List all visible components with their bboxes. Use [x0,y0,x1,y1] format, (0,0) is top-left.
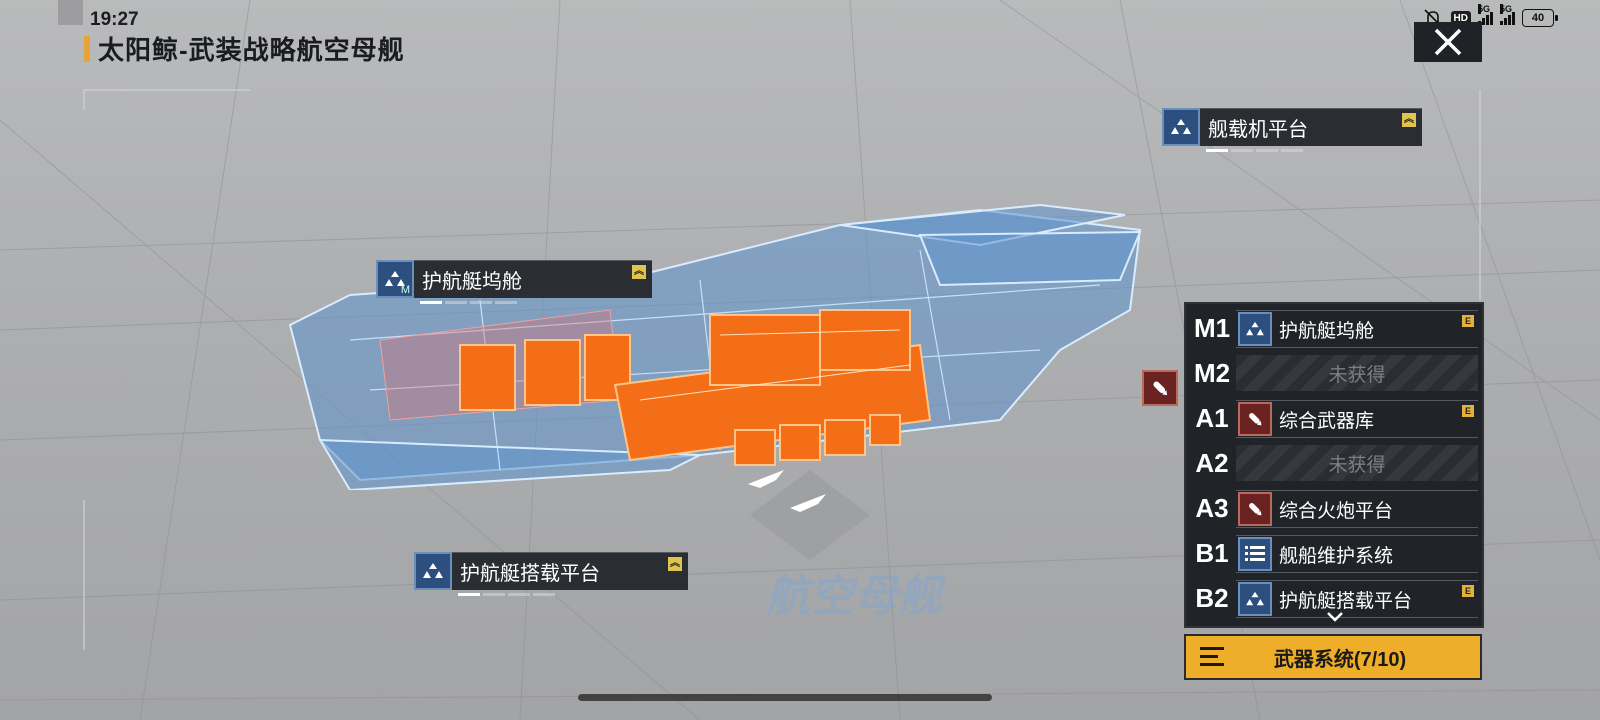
missile-icon [1238,492,1272,526]
module-card[interactable]: 综合武器库 E [1236,400,1478,438]
clock: 19:27 [90,9,139,30]
progress-segments [1206,149,1303,152]
label-escort-dock[interactable]: M 护航艇坞舱 ︽ [376,260,652,304]
chevron-down-icon[interactable] [1326,610,1344,624]
watermark-text: 航空母舰 [763,572,951,621]
module-card[interactable]: 护航艇搭载平台 E [1236,580,1478,618]
menu-icon [1200,647,1224,666]
module-name: 综合火炮平台 [1279,500,1394,522]
close-button[interactable] [1414,22,1482,62]
slot-label: M2 [1193,357,1231,388]
equip-badge: E [1462,315,1474,327]
equip-badge: E [1462,405,1474,417]
label-text: 护航艇搭载平台 [460,563,600,585]
chevron-up-icon: ︽ [632,265,646,279]
label-text: 舰载机平台 [1208,119,1308,141]
module-card[interactable]: 舰船维护系统 [1236,535,1478,573]
missile-icon [1238,402,1272,436]
home-indicator[interactable] [578,694,992,701]
title-bar: 太阳鲸-武装战略航空母舰 [84,30,405,67]
equip-badge: E [1462,585,1474,597]
ship-icon [1238,312,1272,346]
weapon-system-button[interactable]: 武器系统(7/10) [1184,634,1482,680]
slot-label: A1 [1195,402,1229,433]
signal-icon-2: 5G [1500,4,1515,25]
module-panel: M1 护航艇坞舱 E M2 未获得 A1 综合武器库 E A2 未获得 A3 综合火炮平台 B1 舰船维护… [1184,302,1484,628]
slot-label: B1 [1195,537,1229,568]
ship-icon: M [376,260,414,298]
ship-icon [1162,108,1200,146]
module-row-m2[interactable]: M2 未获得 [1186,353,1484,393]
close-icon [1434,28,1462,56]
page-title: 太阳鲸-武装战略航空母舰 [98,35,405,65]
module-row-m1[interactable]: M1 护航艇坞舱 E [1186,308,1484,348]
module-row-b1[interactable]: B1 舰船维护系统 [1186,533,1484,573]
weapon-system-label: 武器系统(7/10) [1273,648,1407,671]
progress-segments [458,593,555,596]
slot-label: M1 [1193,312,1231,343]
module-row-a2[interactable]: A2 未获得 [1186,443,1484,483]
module-card[interactable]: 护航艇坞舱 E [1236,310,1478,348]
empty-slot[interactable]: 未获得 [1236,445,1478,481]
module-name: 护航艇搭载平台 [1279,590,1413,612]
module-name: 护航艇坞舱 [1279,320,1375,342]
weapon-marker-icon[interactable] [1142,370,1178,406]
title-accent [84,35,90,62]
module-row-a1[interactable]: A1 综合武器库 E [1186,398,1484,438]
battery-icon: 40 [1522,9,1558,27]
label-escort-platform[interactable]: 护航艇搭载平台 ︽ [414,552,688,596]
slot-label: A2 [1195,447,1229,478]
module-mark: M [400,284,410,296]
module-card[interactable]: 综合火炮平台 [1236,490,1478,528]
ship-schematic[interactable] [280,190,1160,490]
ship-icon [1238,582,1272,616]
slot-label: A3 [1195,492,1229,523]
module-row-a3[interactable]: A3 综合火炮平台 [1186,488,1484,528]
empty-slot[interactable]: 未获得 [1236,355,1478,391]
label-carrier-platform[interactable]: 舰载机平台 ︽ [1162,108,1422,152]
module-name: 舰船维护系统 [1279,545,1394,567]
chevron-up-icon: ︽ [1402,113,1416,127]
slot-label: B2 [1195,582,1229,613]
list-icon [1238,537,1272,571]
module-name: 综合武器库 [1279,410,1375,432]
progress-segments [420,301,517,304]
chevron-up-icon: ︽ [668,557,682,571]
ship-icon [414,552,452,590]
label-text: 护航艇坞舱 [422,271,522,293]
